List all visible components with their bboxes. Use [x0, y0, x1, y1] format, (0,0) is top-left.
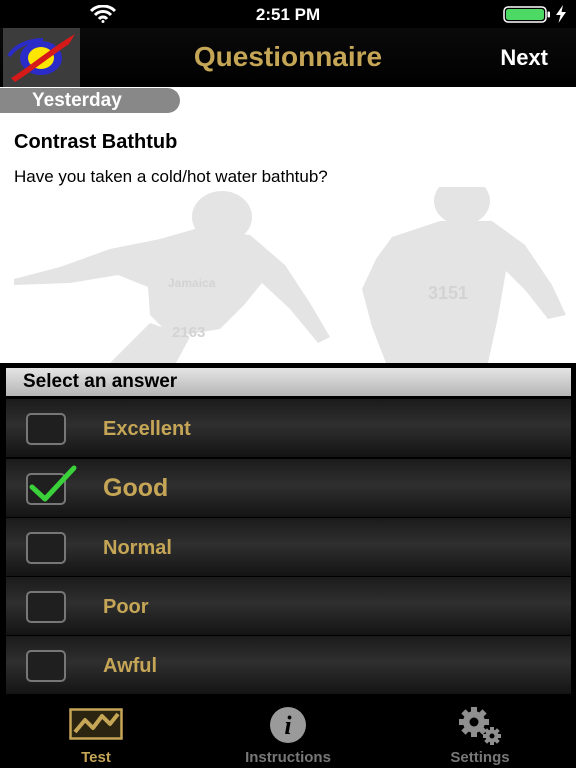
runners-background-image: 3151 2163 Jamaica [14, 187, 566, 363]
page-title: Questionnaire [193, 41, 383, 72]
checkbox[interactable] [26, 413, 66, 445]
tab-settings[interactable]: Settings [384, 696, 576, 768]
answer-label: Awful [103, 655, 158, 677]
info-icon: i [270, 707, 306, 743]
answer-label: Normal [103, 537, 172, 559]
answer-option-poor[interactable]: Poor [6, 577, 571, 636]
question-title: Contrast Bathtub [14, 131, 178, 153]
tab-bar: Test i Instructions Settings [0, 696, 576, 768]
app-logo-icon [3, 28, 80, 87]
nav-bar: Questionnaire Next [0, 28, 576, 87]
status-time: 2:51 PM [255, 5, 321, 24]
checkmark-icon [29, 465, 77, 502]
answers-header: Select an answer [6, 368, 571, 396]
chart-icon [69, 708, 123, 740]
question-text: Have you taken a cold/hot water bathtub? [14, 167, 328, 186]
svg-text:Jamaica: Jamaica [168, 276, 216, 290]
question-panel: 3151 2163 Jamaica Yesterday Contrast Bat… [0, 87, 576, 363]
answer-label: Poor [103, 596, 149, 618]
tab-label: Test [81, 749, 111, 766]
next-button[interactable]: Next [500, 45, 548, 71]
answer-option-normal[interactable]: Normal [6, 518, 571, 577]
checkbox[interactable] [26, 650, 66, 682]
gears-icon [459, 707, 501, 745]
answer-option-excellent[interactable]: Excellent [6, 399, 571, 458]
answers-list: Select an answer Excellent Good Normal P… [0, 363, 576, 696]
svg-text:i: i [284, 711, 292, 740]
checkbox[interactable] [26, 532, 66, 564]
tab-label: Settings [450, 749, 510, 766]
tab-instructions[interactable]: i Instructions [192, 696, 384, 768]
status-bar: 2:51 PM [0, 0, 576, 28]
tab-test[interactable]: Test [0, 696, 192, 768]
tab-label: Instructions [245, 749, 331, 766]
svg-text:3151: 3151 [428, 283, 468, 303]
answer-option-awful[interactable]: Awful [6, 636, 571, 695]
answer-label: Good [103, 474, 169, 502]
checkbox[interactable] [26, 591, 66, 623]
battery-icon [503, 6, 550, 23]
charging-bolt-icon [556, 5, 566, 23]
svg-text:2163: 2163 [172, 324, 205, 341]
answer-option-good[interactable]: Good [6, 459, 571, 518]
answer-label: Excellent [103, 418, 191, 440]
day-badge: Yesterday [0, 88, 180, 113]
